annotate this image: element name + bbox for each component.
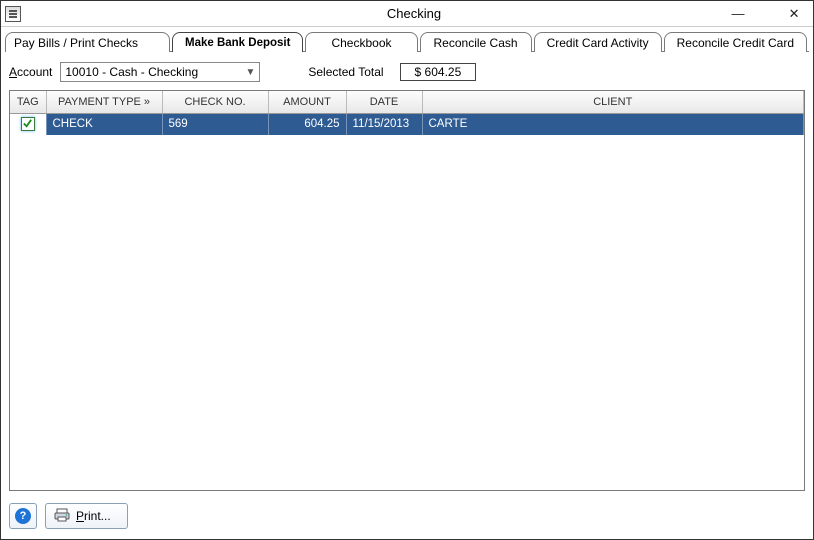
- tab-checkbook[interactable]: Checkbook: [305, 32, 417, 52]
- col-client[interactable]: CLIENT: [422, 91, 804, 113]
- tab-reconcile-credit-card[interactable]: Reconcile Credit Card: [664, 32, 807, 52]
- footer: ? Print...: [1, 497, 813, 539]
- selected-total-value: $ 604.25: [400, 63, 477, 81]
- cell-date: 11/15/2013: [346, 113, 422, 135]
- cell-amount: 604.25: [268, 113, 346, 135]
- tab-reconcile-cash[interactable]: Reconcile Cash: [420, 32, 532, 52]
- tag-cell[interactable]: [10, 113, 46, 135]
- maximize-button[interactable]: [757, 5, 775, 23]
- print-button[interactable]: Print...: [45, 503, 128, 529]
- window-icon: [5, 6, 21, 22]
- col-check-no[interactable]: CHECK NO.: [162, 91, 268, 113]
- deposit-grid: TAG PAYMENT TYPE » CHECK NO. AMOUNT DATE…: [9, 90, 805, 491]
- tab-make-bank-deposit[interactable]: Make Bank Deposit: [172, 32, 303, 52]
- close-button[interactable]: ✕: [785, 5, 803, 23]
- tabstrip: Pay Bills / Print Checks Make Bank Depos…: [1, 27, 813, 51]
- cell-client: CARTE: [422, 113, 804, 135]
- account-label: Account: [9, 65, 52, 79]
- checking-window: Checking — ✕ Pay Bills / Print Checks Ma…: [0, 0, 814, 540]
- chevron-down-icon: ▼: [245, 67, 255, 78]
- toolbar: Account 10010 - Cash - Checking ▼ Select…: [1, 52, 813, 90]
- col-date[interactable]: DATE: [346, 91, 422, 113]
- col-amount[interactable]: AMOUNT: [268, 91, 346, 113]
- cell-check-no: 569: [162, 113, 268, 135]
- selected-total-label: Selected Total: [308, 65, 383, 79]
- tab-credit-card-activity[interactable]: Credit Card Activity: [534, 32, 662, 52]
- help-icon: ?: [15, 508, 31, 524]
- titlebar: Checking — ✕: [1, 1, 813, 27]
- col-payment-type[interactable]: PAYMENT TYPE »: [46, 91, 162, 113]
- tab-pay-bills[interactable]: Pay Bills / Print Checks: [5, 32, 170, 52]
- grid-header-row: TAG PAYMENT TYPE » CHECK NO. AMOUNT DATE…: [10, 91, 804, 113]
- print-label: Print...: [76, 509, 111, 523]
- printer-icon: [54, 508, 70, 525]
- table-row[interactable]: CHECK 569 604.25 11/15/2013 CARTE: [10, 113, 804, 135]
- minimize-button[interactable]: —: [729, 5, 747, 23]
- help-button[interactable]: ?: [9, 503, 37, 529]
- cell-payment-type: CHECK: [46, 113, 162, 135]
- col-tag[interactable]: TAG: [10, 91, 46, 113]
- checkbox-checked-icon[interactable]: [21, 117, 35, 131]
- window-title: Checking: [387, 6, 441, 21]
- account-combobox[interactable]: 10010 - Cash - Checking ▼: [60, 62, 260, 82]
- account-value: 10010 - Cash - Checking: [65, 65, 198, 79]
- grid-empty-area: [10, 135, 804, 490]
